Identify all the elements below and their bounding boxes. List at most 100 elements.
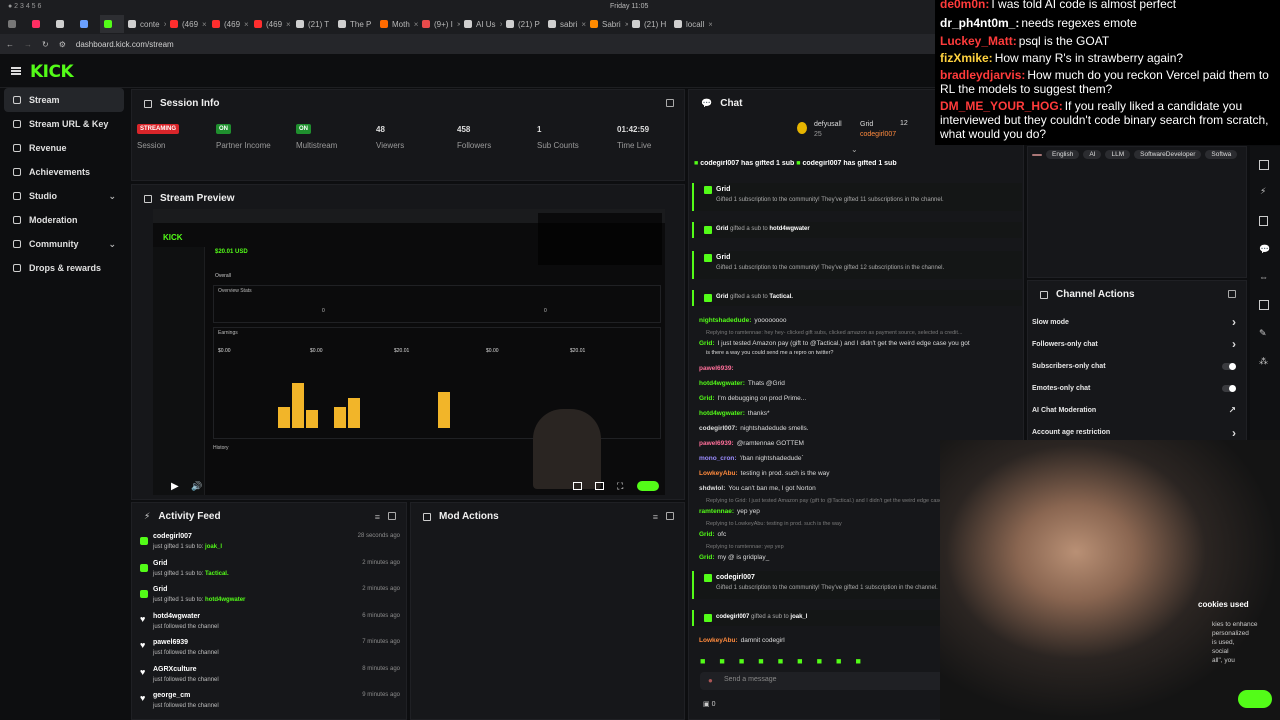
menu-icon[interactable]	[11, 67, 21, 75]
popout-icon[interactable]	[1228, 290, 1236, 298]
chat-username[interactable]: codegirl007:	[699, 425, 737, 432]
chat-username[interactable]: mono_cron:	[699, 455, 737, 462]
browser-tab[interactable]: (469 ×	[166, 15, 208, 33]
play-icon[interactable]: ▶	[171, 481, 179, 492]
chat-username[interactable]: pawel6939:	[699, 365, 734, 372]
back-icon[interactable]: ←	[6, 40, 14, 49]
browser-tab[interactable]: (21) H×	[628, 15, 670, 33]
gifter-name[interactable]: codegirl007	[716, 614, 749, 620]
filter-icon[interactable]: ≡	[375, 512, 380, 522]
forward-icon[interactable]: →	[24, 40, 32, 49]
activity-username[interactable]: pawel6939	[153, 639, 188, 646]
browser-tab[interactable]	[76, 15, 100, 33]
settings-icon[interactable]	[637, 481, 659, 491]
gifter-name[interactable]: Grid	[716, 254, 730, 261]
stream-tag[interactable]: English	[1046, 150, 1080, 159]
table-icon[interactable]	[1259, 300, 1269, 310]
channel-action-subscribers-only-chat[interactable]: Subscribers-only chat	[1032, 355, 1242, 377]
document-icon[interactable]	[1259, 216, 1268, 226]
activity-username[interactable]: AGRXculture	[153, 666, 197, 673]
reload-icon[interactable]: ↻	[42, 40, 49, 49]
browser-tab[interactable]	[4, 15, 28, 33]
chevron-right-icon[interactable]: ›	[1232, 315, 1236, 329]
chat-username[interactable]: nightshadedude:	[699, 317, 751, 324]
browser-tab[interactable]: Moth ×	[376, 15, 418, 33]
channel-action-emotes-only-chat[interactable]: Emotes-only chat	[1032, 377, 1242, 399]
activity-username[interactable]: Grid	[153, 586, 167, 593]
sidebar-item-revenue[interactable]: Revenue	[0, 136, 128, 160]
kick-logo[interactable]: KICK	[30, 62, 74, 82]
link-icon[interactable]: ⇔	[1259, 272, 1268, 282]
apps-icon[interactable]: ⁂	[1259, 356, 1268, 367]
site-info-icon[interactable]: ⚙	[59, 40, 66, 49]
chevron-down-icon[interactable]: ⌄	[108, 239, 116, 250]
gift-recipient[interactable]: hotd4wgwater	[769, 226, 809, 232]
theater-icon[interactable]	[595, 482, 604, 490]
browser-tab[interactable]: The P×	[334, 15, 376, 33]
gifter-name[interactable]: Grid	[716, 294, 728, 300]
browser-tab[interactable]	[52, 15, 76, 33]
close-icon[interactable]: ×	[708, 20, 712, 29]
browser-tab[interactable]: Sabri ×	[586, 15, 628, 33]
mic-icon[interactable]: ●	[708, 676, 713, 685]
activity-target[interactable]: joak_l	[205, 544, 222, 550]
channel-action-ai-chat-moderation[interactable]: AI Chat Moderation ↗	[1032, 399, 1242, 421]
external-link-icon[interactable]: ↗	[1228, 405, 1236, 416]
expand-chevron-icon[interactable]: ⌄	[851, 145, 858, 154]
chat-username[interactable]: LowkeyAbu:	[699, 637, 738, 644]
chat-username[interactable]: shdwlol:	[699, 485, 725, 492]
activity-target[interactable]: Tactical.	[205, 571, 229, 577]
browser-tab[interactable]: AI Us ×	[460, 15, 502, 33]
chevron-down-icon[interactable]: ⌄	[108, 191, 116, 202]
browser-tab[interactable]	[28, 15, 52, 33]
activity-username[interactable]: george_cm	[153, 692, 190, 699]
gift-recipient[interactable]: joak_l	[790, 614, 807, 620]
chat-username[interactable]: hotd4wgwater:	[699, 380, 745, 387]
sidebar-item-studio[interactable]: Studio ⌄	[0, 184, 128, 208]
browser-tab[interactable]: (21) T×	[292, 15, 334, 33]
sidebar-item-community[interactable]: Community ⌄	[0, 232, 128, 256]
browser-tab[interactable]: (469 ×	[208, 15, 250, 33]
popout-icon[interactable]	[666, 99, 674, 107]
browser-tab[interactable]: conte ×	[124, 15, 166, 33]
gifter-name[interactable]: Grid	[716, 226, 728, 232]
activity-username[interactable]: codegirl007	[153, 533, 192, 540]
stream-tag[interactable]: AI	[1083, 150, 1102, 159]
popout-icon[interactable]	[666, 512, 674, 520]
volume-icon[interactable]: 🔊	[191, 481, 202, 492]
emote-bar[interactable]: ■■■■■■■■■	[700, 656, 940, 666]
close-icon[interactable]: ×	[244, 20, 249, 29]
stream-tag[interactable]: SoftwareDeveloper	[1134, 150, 1202, 159]
chat-username[interactable]: hotd4wgwater:	[699, 410, 745, 417]
stream-tag[interactable]: LLM	[1105, 150, 1131, 159]
activity-target[interactable]: hotd4wgwater	[205, 597, 245, 603]
gifter-name[interactable]: codegirl007	[716, 574, 755, 581]
toggle-switch[interactable]	[1222, 384, 1236, 392]
chat-username[interactable]: pawel6939:	[699, 440, 734, 447]
url-field[interactable]: dashboard.kick.com/stream	[76, 40, 174, 49]
sidebar-item-moderation[interactable]: Moderation	[0, 208, 128, 232]
filter-icon[interactable]: ≡	[653, 512, 658, 522]
channel-action-followers-only-chat[interactable]: Followers-only chat ›	[1032, 333, 1242, 355]
browser-tab[interactable]	[100, 15, 124, 33]
chevron-right-icon[interactable]: ›	[1232, 426, 1236, 440]
activity-username[interactable]: Grid	[153, 560, 167, 567]
gift-recipient[interactable]: Tactical.	[769, 294, 793, 300]
crosshair-icon[interactable]	[1259, 160, 1269, 170]
sidebar-item-stream[interactable]: Stream	[4, 88, 124, 112]
fullscreen-icon[interactable]: ⛶	[617, 481, 623, 492]
sidebar-item-stream-url-key[interactable]: Stream URL & Key	[0, 112, 128, 136]
browser-tab[interactable]: (9+) I ×	[418, 15, 460, 33]
close-icon[interactable]: ×	[202, 20, 207, 29]
browser-tab[interactable]: (21) P×	[502, 15, 544, 33]
close-icon[interactable]: ×	[286, 20, 291, 29]
activity-username[interactable]: hotd4wgwater	[153, 613, 200, 620]
toggle-switch[interactable]	[1222, 362, 1236, 370]
chat-username[interactable]: LowkeyAbu:	[699, 470, 738, 477]
sidebar-item-achievements[interactable]: Achievements	[0, 160, 128, 184]
chat-bubble-icon[interactable]: 💬	[1259, 244, 1270, 255]
stream-tag[interactable]: Softwa	[1205, 150, 1238, 159]
wrench-icon[interactable]: ✎	[1259, 328, 1267, 339]
chat-username[interactable]: Grid:	[699, 395, 715, 402]
chat-username[interactable]: Grid:	[699, 340, 715, 347]
